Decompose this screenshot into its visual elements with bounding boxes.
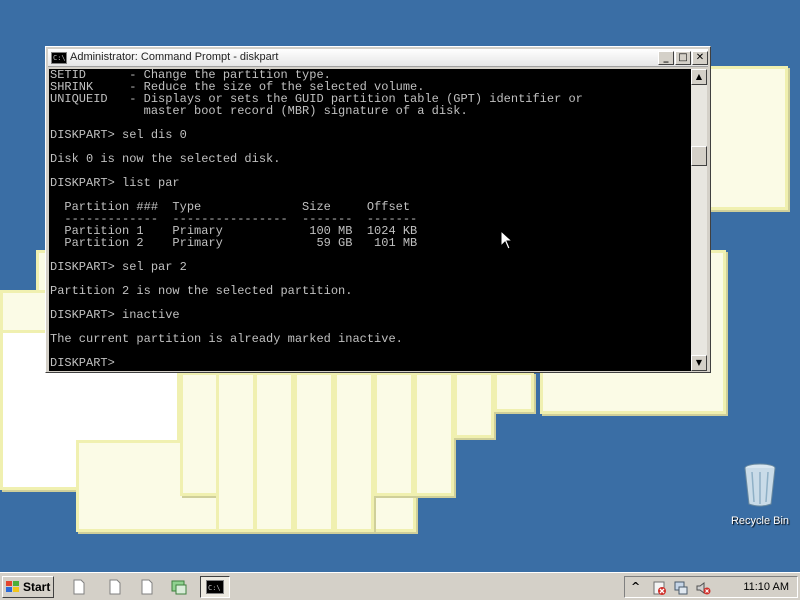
clock[interactable]: 11:10 AM	[743, 581, 789, 593]
scroll-down-button[interactable]: ▼	[691, 355, 707, 371]
command-prompt-window[interactable]: C:\ Administrator: Command Prompt - disk…	[45, 46, 711, 373]
svg-text:C:\: C:\	[208, 584, 221, 592]
scroll-thumb[interactable]	[691, 146, 707, 166]
windows-logo-icon	[6, 581, 19, 592]
maximize-button[interactable]: □	[675, 51, 691, 65]
taskbar-command-prompt-button[interactable]: C:\	[200, 576, 230, 598]
command-prompt-icon: C:\	[51, 52, 67, 64]
system-tray: ^ 11:10 AM	[624, 576, 798, 598]
mouse-cursor-icon	[500, 230, 514, 250]
ghost-window	[334, 372, 374, 532]
close-button[interactable]: ✕	[692, 51, 708, 65]
command-prompt-icon: C:\	[206, 580, 224, 594]
network-icon[interactable]	[673, 580, 689, 596]
scroll-up-button[interactable]: ▲	[691, 69, 707, 85]
recycle-bin-label: Recycle Bin	[730, 515, 790, 527]
document-icon[interactable]	[106, 578, 124, 596]
ghost-window	[700, 66, 788, 210]
server-manager-icon[interactable]	[170, 578, 188, 596]
console-text: SETID - Change the partition type. SHRIN…	[50, 69, 583, 370]
ghost-window	[414, 372, 454, 496]
action-center-warning-icon[interactable]	[651, 580, 667, 596]
recycle-bin[interactable]: Recycle Bin	[730, 462, 790, 527]
start-button[interactable]: Start	[2, 576, 54, 598]
ghost-window	[374, 372, 414, 496]
ghost-window	[254, 372, 294, 532]
window-title: Administrator: Command Prompt - diskpart	[70, 51, 279, 63]
document-icon[interactable]	[70, 578, 88, 596]
volume-muted-icon[interactable]	[695, 580, 711, 596]
taskbar: Start C:\ ^ 11:10 AM	[0, 572, 800, 600]
ghost-window	[180, 372, 220, 496]
document-icon[interactable]	[138, 578, 156, 596]
ghost-window	[294, 372, 334, 532]
console-output[interactable]: SETID - Change the partition type. SHRIN…	[49, 69, 691, 371]
start-label: Start	[23, 580, 51, 594]
recycle-bin-icon	[744, 463, 776, 507]
ghost-window	[494, 372, 534, 412]
vertical-scrollbar[interactable]: ▲ ▼	[691, 69, 707, 371]
show-hidden-icons-button[interactable]: ^	[631, 580, 647, 596]
window-titlebar[interactable]: C:\ Administrator: Command Prompt - disk…	[48, 49, 708, 67]
minimize-button[interactable]: _	[658, 51, 674, 65]
ghost-window	[454, 372, 494, 438]
ghost-window	[216, 372, 256, 532]
